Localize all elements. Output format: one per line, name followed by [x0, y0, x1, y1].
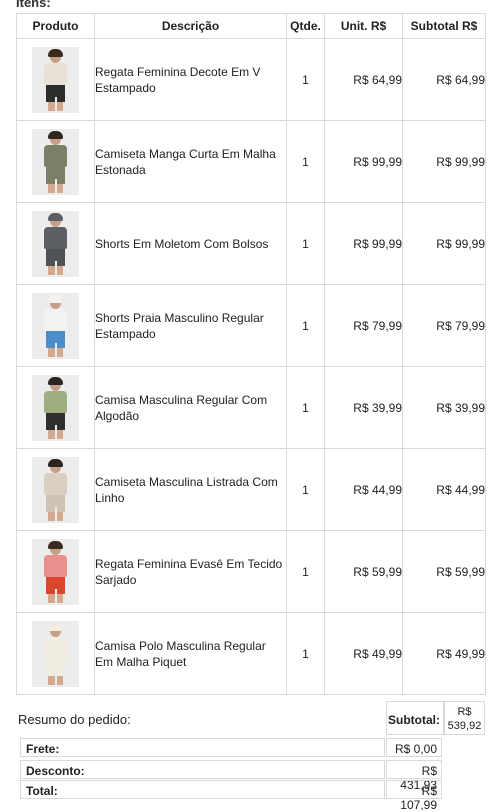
item-quantity: 1 — [286, 284, 325, 367]
item-subtotal: R$ 39,99 — [402, 366, 486, 449]
item-unit-price: R$ 64,99 — [324, 38, 403, 121]
item-unit-price: R$ 44,99 — [324, 448, 403, 531]
product-image — [32, 620, 79, 687]
product-image-cell — [16, 366, 95, 449]
product-image-cell — [16, 612, 95, 695]
product-image-cell — [16, 284, 95, 367]
header-descricao: Descrição — [94, 13, 287, 39]
item-description: Camisa Polo Masculina Regular Em Malha P… — [94, 612, 287, 695]
frete-label: Frete: — [20, 738, 385, 757]
item-subtotal: R$ 49,99 — [402, 612, 486, 695]
table-row: Camiseta Masculina Listrada Com Linho 1 … — [16, 448, 486, 531]
table-row: Shorts Praia Masculino Regular Estampado… — [16, 284, 486, 367]
frete-value: R$ 0,00 — [386, 738, 442, 757]
header-unit: Unit. R$ — [324, 13, 403, 39]
table-row: Shorts Em Moletom Com Bolsos 1 R$ 99,99 … — [16, 202, 486, 285]
item-quantity: 1 — [286, 612, 325, 695]
desconto-value: R$ 431,93 — [386, 760, 442, 792]
product-image — [32, 292, 79, 359]
item-quantity: 1 — [286, 530, 325, 613]
table-header-row: Produto Descrição Qtde. Unit. R$ Subtota… — [16, 13, 486, 39]
table-row: Camiseta Manga Curta Em Malha Estonada 1… — [16, 120, 486, 203]
item-description: Camisa Masculina Regular Com Algodão — [94, 366, 287, 449]
product-image-cell — [16, 120, 95, 203]
item-description: Camiseta Masculina Listrada Com Linho — [94, 448, 287, 531]
item-unit-price: R$ 59,99 — [324, 530, 403, 613]
product-image-cell — [16, 38, 95, 121]
item-subtotal: R$ 64,99 — [402, 38, 486, 121]
item-subtotal: R$ 44,99 — [402, 448, 486, 531]
product-image-cell — [16, 448, 95, 531]
header-qtde: Qtde. — [286, 13, 325, 39]
items-section-label: Itens: — [16, 0, 51, 10]
item-unit-price: R$ 39,99 — [324, 366, 403, 449]
table-row: Regata Feminina Decote Em V Estampado 1 … — [16, 38, 486, 121]
total-label: Total: — [20, 780, 385, 799]
item-unit-price: R$ 99,99 — [324, 120, 403, 203]
item-quantity: 1 — [286, 120, 325, 203]
item-unit-price: R$ 99,99 — [324, 202, 403, 285]
product-image — [32, 46, 79, 113]
product-image — [32, 374, 79, 441]
item-quantity: 1 — [286, 202, 325, 285]
subtotal-label: Subtotal: — [386, 701, 444, 735]
item-subtotal: R$ 99,99 — [402, 120, 486, 203]
item-quantity: 1 — [286, 366, 325, 449]
item-subtotal: R$ 59,99 — [402, 530, 486, 613]
item-unit-price: R$ 49,99 — [324, 612, 403, 695]
desconto-label: Desconto: — [20, 760, 385, 779]
item-description: Regata Feminina Decote Em V Estampado — [94, 38, 287, 121]
product-image-cell — [16, 530, 95, 613]
product-image-cell — [16, 202, 95, 285]
item-unit-price: R$ 79,99 — [324, 284, 403, 367]
order-summary-title: Resumo do pedido: — [18, 712, 131, 727]
header-subtotal: Subtotal R$ — [402, 13, 486, 39]
table-row: Camisa Masculina Regular Com Algodão 1 R… — [16, 366, 486, 449]
item-description: Shorts Em Moletom Com Bolsos — [94, 202, 287, 285]
item-description: Camiseta Manga Curta Em Malha Estonada — [94, 120, 287, 203]
header-produto: Produto — [16, 13, 95, 39]
product-image — [32, 456, 79, 523]
product-image — [32, 538, 79, 605]
order-items-table: Produto Descrição Qtde. Unit. R$ Subtota… — [16, 13, 486, 695]
table-row: Camisa Polo Masculina Regular Em Malha P… — [16, 612, 486, 695]
item-subtotal: R$ 99,99 — [402, 202, 486, 285]
table-row: Regata Feminina Evasê Em Tecido Sarjado … — [16, 530, 486, 613]
item-quantity: 1 — [286, 448, 325, 531]
subtotal-value: R$ 539,92 — [444, 701, 485, 735]
product-image — [32, 128, 79, 195]
item-description: Regata Feminina Evasê Em Tecido Sarjado — [94, 530, 287, 613]
item-quantity: 1 — [286, 38, 325, 121]
item-description: Shorts Praia Masculino Regular Estampado — [94, 284, 287, 367]
product-image — [32, 210, 79, 277]
item-subtotal: R$ 79,99 — [402, 284, 486, 367]
total-value: R$ 107,99 — [386, 780, 442, 812]
